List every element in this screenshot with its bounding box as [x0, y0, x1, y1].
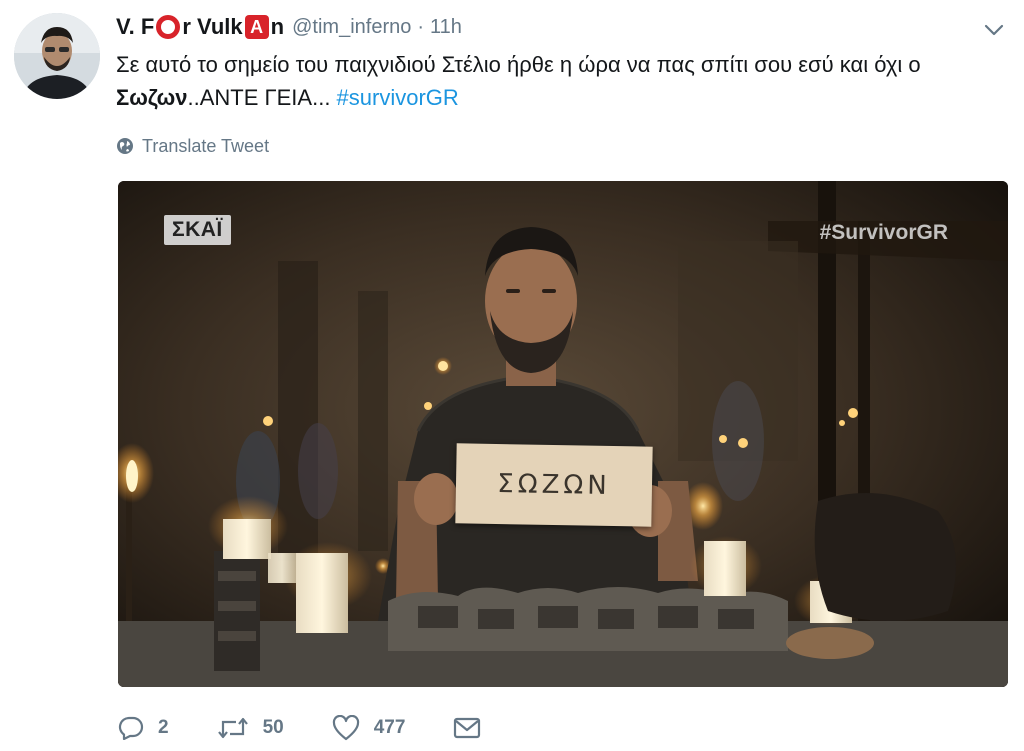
- reply-icon: [118, 716, 144, 740]
- avatar[interactable]: [14, 13, 100, 99]
- sign-text: ΣΩΖΩΝ: [497, 469, 611, 501]
- like-count: 477: [373, 717, 406, 738]
- tweet: V. F r Vulk A n @tim_inferno · 11h Σε αυ…: [0, 0, 1024, 751]
- tribal-council-scene: [118, 181, 1008, 687]
- heart-icon: [332, 715, 359, 741]
- display-name-part1: V. F: [116, 14, 155, 39]
- red-a-button-emoji-icon: A: [244, 15, 269, 39]
- tweet-text-bold: Σωζων: [116, 85, 188, 110]
- display-name-part3: n: [270, 14, 285, 39]
- hashtag-link[interactable]: #survivorGR: [337, 85, 459, 110]
- like-button[interactable]: 477: [332, 715, 406, 741]
- tweet-text: Σε αυτό το σημείο του παιχνιδιού Στέλιο …: [116, 48, 996, 114]
- retweet-count: 50: [262, 717, 284, 738]
- tweet-media-image[interactable]: ΣΚΑΪ #SurvivorGR ΣΩΖΩΝ: [118, 181, 1008, 687]
- retweet-icon: [217, 717, 248, 739]
- chevron-down-icon[interactable]: [982, 20, 1006, 40]
- user-handle[interactable]: @tim_inferno: [292, 16, 411, 39]
- direct-message-button[interactable]: [453, 716, 481, 740]
- tweet-actions: 2 50 477: [118, 710, 529, 746]
- tweet-text-part2: ..ΑΝΤΕ ΓΕΙΑ...: [187, 85, 337, 110]
- channel-logo: ΣΚΑΪ: [164, 215, 231, 245]
- translate-tweet-link[interactable]: Translate Tweet: [116, 134, 269, 158]
- paper-sign: ΣΩΖΩΝ: [455, 443, 653, 527]
- reply-button[interactable]: 2: [118, 716, 169, 740]
- globe-icon: [117, 138, 133, 154]
- display-name-part2: r Vulk: [182, 14, 243, 39]
- translate-label: Translate Tweet: [142, 135, 270, 156]
- display-name[interactable]: V. F r Vulk A n: [116, 14, 284, 40]
- reply-count: 2: [158, 717, 169, 738]
- separator-dot: ·: [417, 15, 425, 38]
- retweet-button[interactable]: 50: [217, 716, 284, 740]
- timestamp[interactable]: 11h: [430, 16, 462, 39]
- tweet-header: V. F r Vulk A n @tim_inferno · 11h: [116, 12, 462, 42]
- survivor-watermark: #SurvivorGR: [819, 221, 948, 244]
- red-circle-emoji-icon: [156, 15, 181, 39]
- tweet-text-part1: Σε αυτό το σημείο του παιχνιδιού Στέλιο …: [116, 52, 921, 77]
- envelope-icon: [454, 717, 481, 739]
